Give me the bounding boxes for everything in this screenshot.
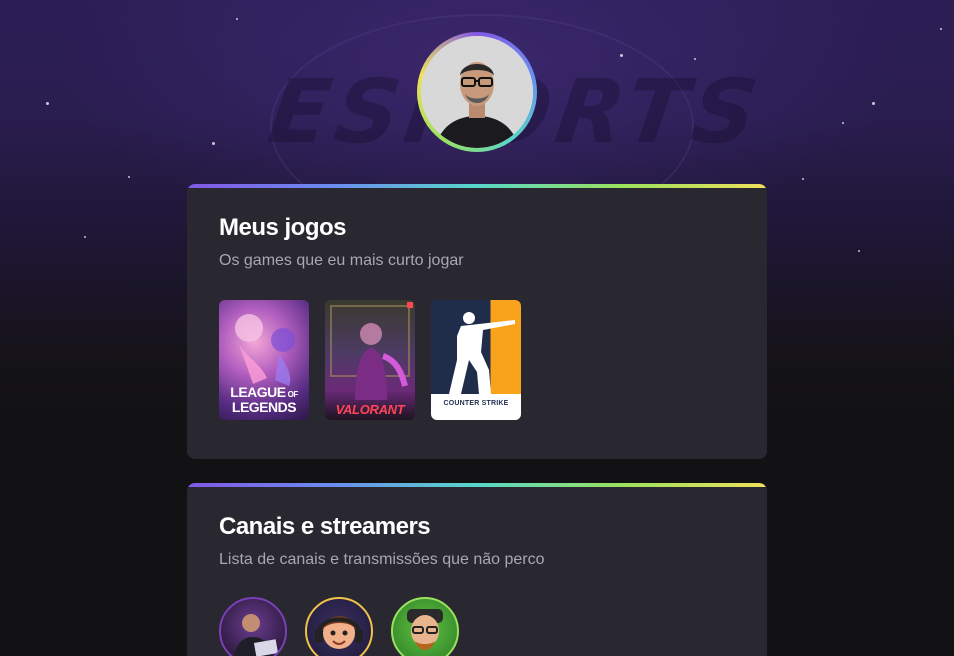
streamer-avatar-3-icon bbox=[407, 609, 443, 650]
profile-avatar bbox=[417, 32, 537, 152]
star-decoration bbox=[46, 102, 49, 105]
game-league-of-legends[interactable]: LEAGUE OF LEGENDS bbox=[219, 300, 309, 420]
star-decoration bbox=[128, 176, 130, 178]
strike-word: STRIKE bbox=[481, 400, 509, 407]
star-decoration bbox=[212, 142, 215, 145]
counter-strike-title: COUNTER STRIKE bbox=[431, 400, 521, 407]
star-decoration bbox=[802, 178, 804, 180]
star-decoration bbox=[842, 122, 844, 124]
games-card: Meus jogos Os games que eu mais curto jo… bbox=[187, 184, 767, 459]
channels-card-subtitle: Lista de canais e transmissões que não p… bbox=[219, 551, 545, 568]
page: ESPORTS Meus jogo bbox=[0, 0, 954, 656]
counter-word: COUNTER bbox=[443, 400, 480, 407]
star-decoration bbox=[858, 250, 860, 252]
league-word: LEAGUE bbox=[230, 384, 286, 400]
channels-card: Canais e streamers Lista de canais e tra… bbox=[187, 483, 767, 656]
game-counter-strike[interactable]: COUNTER STRIKE bbox=[431, 300, 521, 420]
games-card-subtitle: Os games que eu mais curto jogar bbox=[219, 252, 464, 269]
profile-photo-icon bbox=[421, 36, 533, 148]
star-decoration bbox=[694, 58, 696, 60]
league-of-legends-title-line1: LEAGUE OF bbox=[219, 384, 309, 400]
channel-avatar-1[interactable] bbox=[219, 597, 287, 656]
of-word: OF bbox=[287, 390, 299, 399]
channel-avatar-3[interactable] bbox=[391, 597, 459, 656]
games-card-title: Meus jogos bbox=[219, 214, 347, 241]
valorant-title: VALORANT bbox=[335, 402, 405, 417]
star-decoration bbox=[872, 102, 875, 105]
streamer-avatar-1-icon bbox=[234, 614, 279, 656]
star-decoration bbox=[84, 236, 86, 238]
league-of-legends-title-line2: LEGENDS bbox=[231, 399, 297, 415]
games-list: LEAGUE OF LEGENDS VALORANT COUNTER STRIK… bbox=[219, 300, 735, 420]
star-decoration bbox=[940, 28, 942, 30]
profile-photo-svg bbox=[421, 36, 533, 148]
star-decoration bbox=[620, 54, 623, 57]
game-valorant[interactable]: VALORANT bbox=[325, 300, 415, 420]
star-decoration bbox=[236, 18, 238, 20]
channels-list bbox=[219, 597, 735, 656]
channels-card-title: Canais e streamers bbox=[219, 513, 431, 540]
channel-avatar-2[interactable] bbox=[305, 597, 373, 656]
streamer-avatar-2-icon bbox=[315, 616, 363, 649]
